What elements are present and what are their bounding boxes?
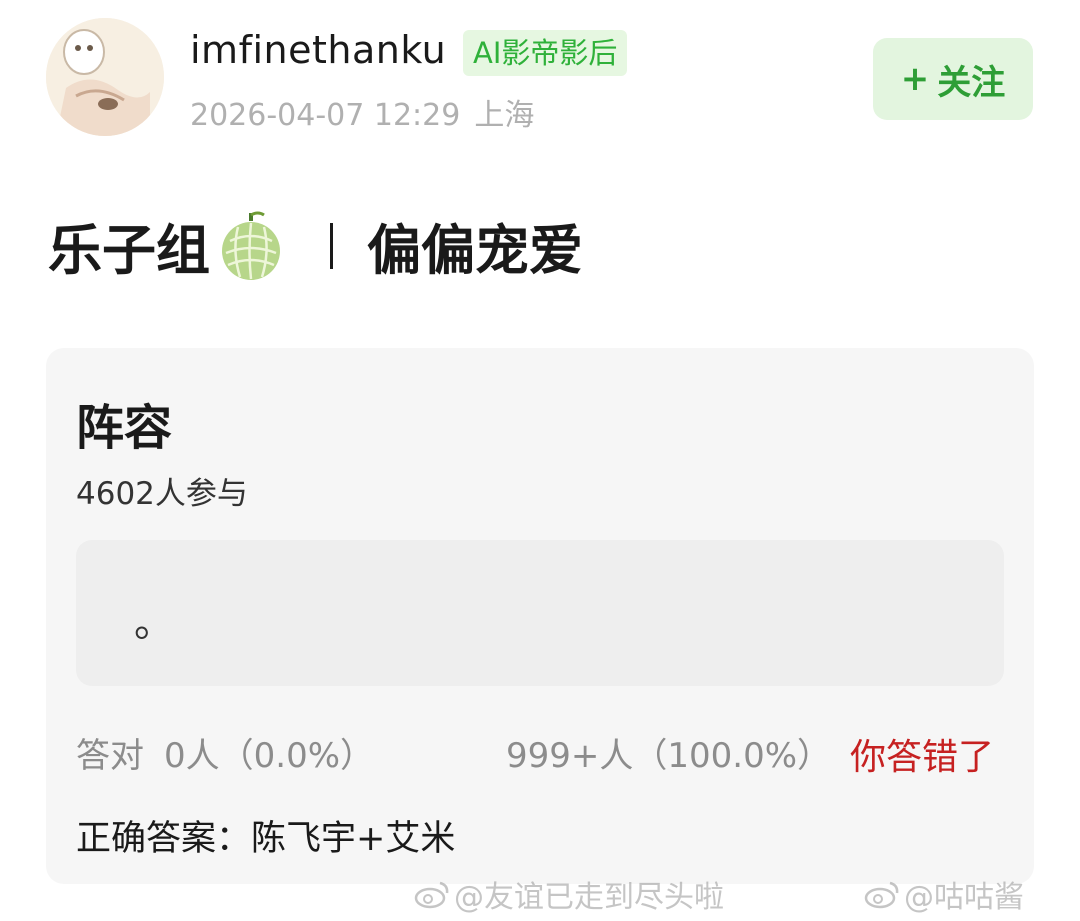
correct-label: 答对 [76,736,144,776]
post-meta: 2026-04-07 12:29 上海 [190,90,534,134]
plus-icon: + [900,59,930,99]
post-date: 2026-04-07 12:29 [190,98,461,133]
follow-button[interactable]: + 关注 [873,38,1033,120]
quiz-title: 阵容 [76,400,173,456]
weibo-logo-icon [864,881,899,909]
weibo-logo-icon [414,881,449,909]
watermark-right: @咕咕酱 [864,874,1024,915]
post-title-left: 乐子组 [48,219,210,282]
title-separator [330,222,333,269]
watermark-left: @友谊已走到尽头啦 [414,874,724,915]
watermark-left-text: @友谊已走到尽头啦 [454,880,724,915]
username[interactable]: imfinethanku [190,28,446,72]
post-title-right: 偏偏宠爱 [367,219,583,282]
quiz-option-text: 。 [134,600,174,646]
post-location: 上海 [474,98,535,133]
quiz-card: 阵容 4602人参与 。 答对 0人（0.0%） 999+人（100.0%） 你答… [46,348,1034,884]
correct-answer: 正确答案：陈飞宇+艾米 [76,819,456,859]
melon-icon [222,211,280,280]
watermark-right-text: @咕咕酱 [904,880,1024,915]
participant-count: 4602人参与 [76,476,248,512]
post-title: 乐子组 偏偏宠爱 [48,206,583,285]
quiz-stats: 答对 0人（0.0%） 999+人（100.0%） [76,728,831,777]
wrong-answer-label: 你答错了 [850,737,995,778]
correct-count: 0人（0.0%） [164,736,375,776]
quiz-option[interactable]: 。 [76,540,1004,686]
follow-label: 关注 [937,62,1006,103]
avatar[interactable] [46,18,164,136]
wrong-count: 999+人（100.0%） [506,736,832,776]
user-tag-badge[interactable]: AI影帝影后 [463,30,628,76]
